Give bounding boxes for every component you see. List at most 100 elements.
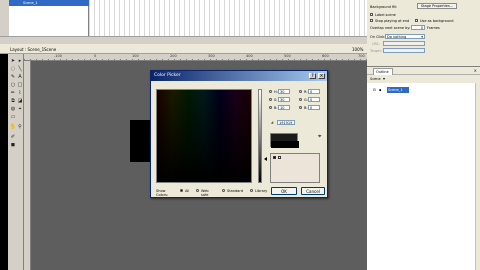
blue-radio[interactable] [299,106,302,109]
outline-toolbar-label[interactable]: Scene [370,77,381,81]
show-library-label: Library [255,189,268,193]
target-input[interactable] [383,48,425,53]
color-field[interactable] [156,89,252,183]
overlap-unit: Frames [427,26,440,30]
scene-bar: Layout : Scene_1 Scene 100% [0,44,367,54]
cancel-button[interactable]: Cancel [301,187,325,195]
text-tool-icon[interactable]: A [17,74,23,80]
hue-row: H: 30 [269,89,295,95]
arrow-tool-icon[interactable]: ➤ [10,58,16,64]
original-color-swatch [271,141,299,148]
hue-radio[interactable] [269,90,272,93]
show-websafe-radio[interactable] [196,189,199,192]
stroke-color-icon[interactable]: ✐ [10,134,16,140]
show-websafe-label: Web safe [201,189,209,197]
close-icon: × [319,73,324,79]
pencil-tool-icon[interactable]: ✏ [10,90,16,96]
zoom-value[interactable]: 100% [352,47,363,52]
slider-arrow-icon[interactable] [264,157,267,161]
green-input[interactable]: 0 [308,97,320,102]
vertical-ruler [24,61,31,270]
close-icon[interactable]: × [474,68,477,73]
color-picker-dialog: Color Picker ? × H: 30 S: 30 B: 10 R: 0 … [150,70,328,198]
saturation-input[interactable]: 30 [278,97,290,102]
ruler-tick: 400 [246,54,253,58]
outline-item[interactable]: ⊟ ▪ Scene_1 [373,87,409,93]
url-label: URL: [372,42,381,46]
stage-properties-button[interactable]: Stage Properties... [417,3,457,9]
custom-color-box[interactable] [270,153,320,183]
transform-tool-icon[interactable]: ⧉ [10,98,16,104]
layer-row-selected[interactable]: Scene_1 [9,0,89,6]
ink-tool-icon[interactable]: ◍ [10,106,16,112]
hue-input[interactable]: 30 [278,89,290,94]
show-standard-radio[interactable] [222,189,225,192]
hex-input[interactable]: 191919 [277,120,295,125]
saturation-radio[interactable] [269,98,272,101]
ok-button[interactable]: OK [271,187,297,195]
blue-input[interactable]: 0 [308,105,320,110]
dialog-title: Color Picker [154,73,181,78]
blue-row: B: 0 [299,105,325,111]
red-row: R: 0 [299,89,325,95]
dialog-title-bar[interactable]: Color Picker ? × [151,71,327,81]
hex-label: # [271,121,274,125]
overlap-input[interactable]: 0 [411,25,425,30]
ruler-tick: 0 [94,54,97,58]
brightness-input[interactable]: 10 [278,105,290,110]
scene-tab[interactable]: Layout : Scene_1 [10,47,44,52]
fill-tool-icon[interactable]: ◪ [17,98,23,104]
rect-tool-icon[interactable]: □ [17,82,23,88]
brightness-slider[interactable] [258,89,262,183]
brightness-row: B: 10 [269,105,295,111]
scene-canvas[interactable] [130,120,152,162]
brightness-radio[interactable] [269,106,272,109]
ruler-tick: 300 [208,54,215,58]
help-button[interactable]: ? [309,73,316,79]
help-icon: ? [311,73,314,79]
on-click-label: On Click: [370,35,386,39]
red-input[interactable]: 0 [308,89,320,94]
ruler-tick: 500 [284,54,291,58]
red-radio[interactable] [299,90,302,93]
show-colors-label: Show Colors: [156,189,169,197]
eyedropper-icon[interactable]: ⌖ [318,134,324,140]
red-label: R: [304,90,308,94]
timeline-footer [0,36,367,79]
oval-tool-icon[interactable]: ○ [10,82,16,88]
lasso-tool-icon[interactable]: ◌ [10,66,16,72]
ruler-tick: 600 [322,54,329,58]
horizontal-ruler: -100 0 100 200 300 400 500 600 700 [24,54,367,61]
overlap-value: 0 [420,26,423,30]
label-scene-label: Label scene [375,13,396,17]
line-tool-icon[interactable]: ╲ [17,66,23,72]
eraser-tool-icon[interactable]: ▭ [10,114,16,120]
zoom-tool-icon[interactable]: ⚲ [17,124,23,130]
outline-scrollbar[interactable] [475,83,480,270]
label-scene-checkbox[interactable] [370,13,373,16]
dropdown-arrow-icon[interactable]: ▾ [383,76,385,81]
stop-playing-checkbox[interactable] [370,19,373,22]
custom-color-cell[interactable] [273,156,276,159]
eyedropper-tool-icon[interactable]: ⌖ [17,106,23,112]
show-all-radio[interactable] [180,189,183,192]
close-button[interactable]: × [318,73,325,79]
on-click-select[interactable]: Do nothing ▾ [385,34,425,39]
green-row: G: 0 [299,97,325,103]
show-all-label: All [185,189,190,193]
fill-color-icon[interactable]: ◼ [10,142,16,148]
outline-tab[interactable]: Outline [373,68,393,75]
subselect-tool-icon[interactable]: ▸ [17,58,23,64]
toolbox: ➤ ▸ ◌ ╲ ✎ A ○ □ ✏ ⌇ ⧉ ◪ ◍ ⌖ ▭ ✋ ⚲ ✐ ◼ [8,54,24,270]
overlap-label: Overlap next scene by: [370,26,411,30]
hand-tool-icon[interactable]: ✋ [10,124,16,130]
url-input[interactable] [383,41,425,46]
brush-tool-icon[interactable]: ⌇ [17,90,23,96]
custom-color-cell[interactable] [278,156,281,159]
use-as-background-checkbox[interactable] [415,19,418,22]
green-radio[interactable] [299,98,302,101]
pen-tool-icon[interactable]: ✎ [10,74,16,80]
saturation-row: S: 30 [269,97,295,103]
show-library-radio[interactable] [250,189,253,192]
expand-icon[interactable]: ⊟ [373,87,376,93]
